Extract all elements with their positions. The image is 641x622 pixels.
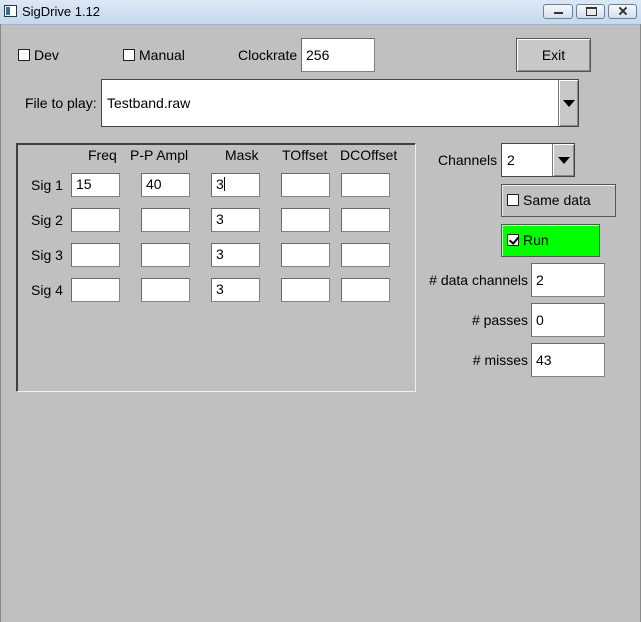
sig3-mask-input[interactable]: 3 [211, 243, 260, 267]
data-channels-input[interactable]: 2 [531, 263, 605, 297]
sig4-freq-input[interactable] [71, 278, 120, 302]
sig3-dcoffset-input[interactable] [341, 243, 390, 267]
sig2-ampl-input[interactable] [141, 208, 190, 232]
dev-checkbox[interactable] [18, 49, 30, 61]
channels-select[interactable]: 2 [501, 143, 575, 177]
sig1-ampl-input[interactable]: 40 [141, 173, 190, 197]
run-label: Run [523, 232, 549, 248]
dev-label: Dev [34, 47, 59, 63]
title-bar: SigDrive 1.12 [0, 0, 641, 25]
sig2-dcoffset-input[interactable] [341, 208, 390, 232]
column-header-mask: Mask [225, 147, 259, 163]
maximize-button[interactable] [576, 4, 605, 19]
channels-label: Channels [438, 152, 498, 168]
passes-input[interactable]: 0 [531, 303, 605, 337]
sig1-dcoffset-input[interactable] [341, 173, 390, 197]
same-data-label: Same data [523, 192, 591, 208]
sig4-toffset-input[interactable] [281, 278, 330, 302]
exit-button[interactable]: Exit [516, 38, 591, 72]
window-frame-left [0, 24, 1, 622]
column-header-toffset: TOffset [282, 147, 328, 163]
sig1-freq-input[interactable]: 15 [71, 173, 120, 197]
app-icon [4, 5, 17, 17]
file-label: File to play: [25, 95, 97, 111]
same-data-box[interactable]: Same data [501, 184, 616, 217]
minimize-button[interactable] [543, 4, 573, 19]
clockrate-input[interactable]: 256 [301, 38, 375, 72]
sig1-mask-input[interactable]: 3 [211, 173, 260, 197]
text-caret [223, 177, 225, 191]
same-data-checkbox[interactable] [507, 194, 519, 206]
channels-select-value: 2 [507, 152, 515, 168]
file-select-value: Testband.raw [107, 95, 191, 111]
sig4-mask-input[interactable]: 3 [211, 278, 260, 302]
column-header-dcoffset: DCOffset [340, 147, 398, 163]
sig3-label: Sig 3 [31, 247, 63, 263]
sig2-mask-input[interactable]: 3 [211, 208, 260, 232]
sig2-toffset-input[interactable] [281, 208, 330, 232]
sig3-toffset-input[interactable] [281, 243, 330, 267]
sig4-dcoffset-input[interactable] [341, 278, 390, 302]
run-checkbox[interactable] [507, 234, 519, 246]
run-toggle[interactable]: Run [501, 224, 600, 257]
manual-checkbox[interactable] [123, 49, 135, 61]
chevron-down-icon[interactable] [552, 144, 574, 176]
sig3-freq-input[interactable] [71, 243, 120, 267]
sig4-label: Sig 4 [31, 282, 63, 298]
file-select[interactable]: Testband.raw [101, 79, 579, 127]
sig2-label: Sig 2 [31, 212, 63, 228]
sig1-mask-value: 3 [216, 176, 224, 192]
sig1-toffset-input[interactable] [281, 173, 330, 197]
sig1-label: Sig 1 [31, 177, 63, 193]
column-header-freq: Freq [88, 147, 117, 163]
misses-label: # misses [472, 352, 528, 368]
misses-input[interactable]: 43 [531, 343, 605, 377]
clockrate-label: Clockrate [238, 47, 298, 63]
sig3-ampl-input[interactable] [141, 243, 190, 267]
close-button[interactable] [608, 4, 637, 19]
chevron-down-icon[interactable] [558, 80, 578, 126]
passes-label: # passes [471, 312, 528, 328]
column-header-pp-ampl: P-P Ampl [130, 147, 189, 163]
sig2-freq-input[interactable] [71, 208, 120, 232]
window-title: SigDrive 1.12 [22, 4, 101, 19]
manual-label: Manual [139, 47, 185, 63]
sig4-ampl-input[interactable] [141, 278, 190, 302]
data-channels-label: # data channels [429, 272, 528, 288]
